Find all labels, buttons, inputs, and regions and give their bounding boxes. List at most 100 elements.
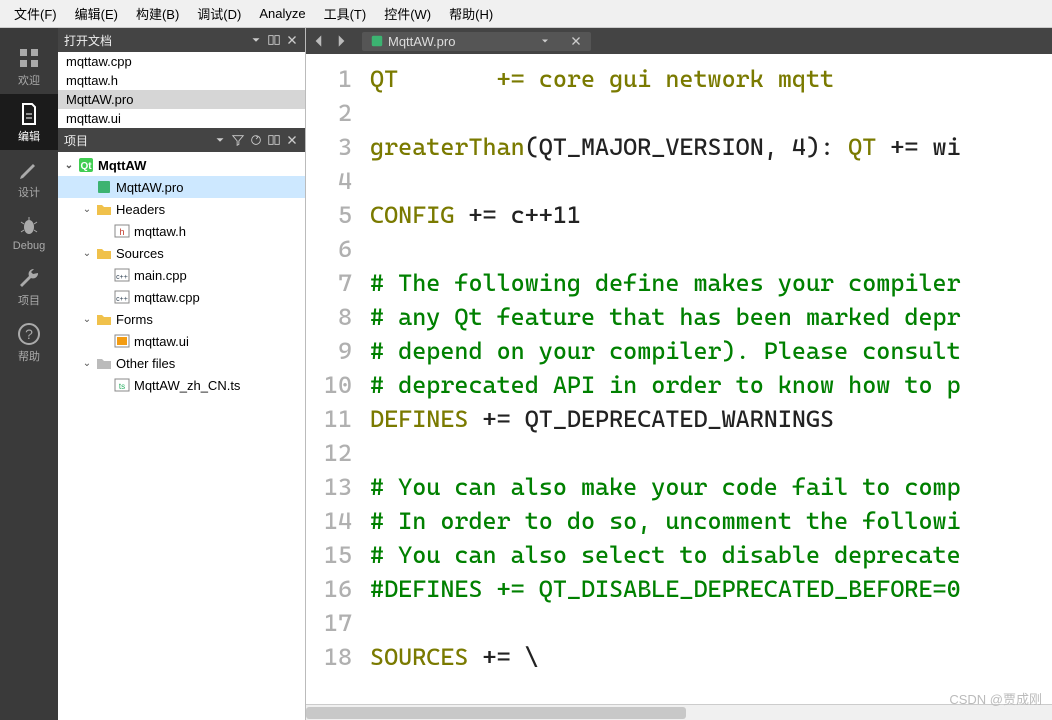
project-tree: ⌄ Qt MqttAW MqttAW.pro ⌄Headers h mqttaw.h ⌄ Sou…	[58, 152, 305, 720]
split-icon[interactable]	[267, 33, 281, 47]
mode-编辑[interactable]: 编辑	[0, 94, 58, 150]
code-line[interactable]: # any Qt feature that has been marked de…	[370, 300, 1052, 334]
menu-item[interactable]: 控件(W)	[376, 0, 439, 27]
nav-back-icon[interactable]	[310, 32, 328, 50]
line-number: 17	[306, 606, 352, 640]
horizontal-scrollbar[interactable]	[306, 704, 1052, 720]
file-qt-icon: Qt	[78, 157, 94, 173]
close-panel-icon[interactable]	[285, 33, 299, 47]
chevron-icon[interactable]: ⌄	[80, 314, 94, 325]
code-line[interactable]	[370, 232, 1052, 266]
open-doc-item[interactable]: mqttaw.ui	[58, 109, 305, 128]
tree-label: MqttAW.pro	[116, 180, 183, 195]
open-doc-item[interactable]: mqttaw.h	[58, 71, 305, 90]
side-panel: 打开文档 mqttaw.cppmqttaw.hMqttAW.promqttaw.…	[58, 28, 306, 720]
code-line[interactable]: # You can also select to disable depreca…	[370, 538, 1052, 572]
tree-label: MqttAW_zh_CN.ts	[134, 378, 240, 393]
tree-item[interactable]: ⌄Forms	[58, 308, 305, 330]
code-line[interactable]: # You can also make your code fail to co…	[370, 470, 1052, 504]
open-docs-list: mqttaw.cppmqttaw.hMqttAW.promqttaw.ui	[58, 52, 305, 128]
open-doc-item[interactable]: mqttaw.cpp	[58, 52, 305, 71]
nav-forward-icon[interactable]	[332, 32, 350, 50]
menu-item[interactable]: 调试(D)	[189, 0, 249, 27]
tree-label: MqttAW	[98, 158, 146, 173]
menu-item[interactable]: 构建(B)	[128, 0, 187, 27]
mode-设计[interactable]: 设计	[0, 150, 58, 206]
mode-bar: 欢迎编辑设计Debug项目?帮助	[0, 28, 58, 720]
close-tab-icon[interactable]	[569, 34, 583, 48]
tree-item[interactable]: ts MqttAW_zh_CN.ts	[58, 374, 305, 396]
code-line[interactable]: QT += core gui network mqtt	[370, 62, 1052, 96]
code-line[interactable]: # deprecated API in order to know how to…	[370, 368, 1052, 402]
code-line[interactable]: # depend on your compiler). Please consu…	[370, 334, 1052, 368]
chevron-icon[interactable]: ⌄	[80, 204, 94, 215]
mode-帮助[interactable]: ?帮助	[0, 314, 58, 370]
mode-Debug[interactable]: Debug	[0, 206, 58, 258]
tree-item[interactable]: c++main.cpp	[58, 264, 305, 286]
code-line[interactable]: greaterThan(QT_MAJOR_VERSION, 4): QT += …	[370, 130, 1052, 164]
code-line[interactable]: CONFIG += c++11	[370, 198, 1052, 232]
grid-icon	[17, 46, 41, 70]
code-line[interactable]	[370, 606, 1052, 640]
code-line[interactable]	[370, 436, 1052, 470]
pencil-icon	[17, 158, 41, 182]
tree-item[interactable]: ⌄ Qt MqttAW	[58, 154, 305, 176]
svg-text:ts: ts	[119, 382, 125, 391]
scrollbar-thumb[interactable]	[306, 707, 686, 719]
svg-text:c++: c++	[116, 296, 128, 303]
dropdown-icon[interactable]	[213, 133, 227, 147]
code-content[interactable]: QT += core gui network mqtt greaterThan(…	[362, 54, 1052, 720]
code-line[interactable]: DEFINES += QT_DEPRECATED_WARNINGS	[370, 402, 1052, 436]
code-line[interactable]: #DEFINES += QT_DISABLE_DEPRECATED_BEFORE…	[370, 572, 1052, 606]
code-line[interactable]	[370, 96, 1052, 130]
code-line[interactable]	[370, 164, 1052, 198]
svg-text:h: h	[119, 227, 124, 237]
tree-item[interactable]: c++mqttaw.cpp	[58, 286, 305, 308]
line-number: 8	[306, 300, 352, 334]
menu-item[interactable]: 帮助(H)	[441, 0, 501, 27]
menu-item[interactable]: 文件(F)	[6, 0, 65, 27]
line-number: 7	[306, 266, 352, 300]
line-number: 11	[306, 402, 352, 436]
tree-item[interactable]: mqttaw.ui	[58, 330, 305, 352]
filter-icon[interactable]	[231, 133, 245, 147]
sync-icon[interactable]	[249, 133, 263, 147]
tree-label: mqttaw.h	[134, 224, 186, 239]
code-line[interactable]: # The following define makes your compil…	[370, 266, 1052, 300]
tree-item[interactable]: MqttAW.pro	[58, 176, 305, 198]
editor-area[interactable]: 123456789101112131415161718 QT += core g…	[306, 54, 1052, 720]
tree-item[interactable]: ⌄Other files	[58, 352, 305, 374]
project-title: 项目	[64, 132, 88, 149]
line-number: 1	[306, 62, 352, 96]
line-number: 14	[306, 504, 352, 538]
menubar: 文件(F)编辑(E)构建(B)调试(D)Analyze工具(T)控件(W)帮助(…	[0, 0, 1052, 28]
chevron-icon[interactable]: ⌄	[62, 160, 76, 171]
code-line[interactable]: # In order to do so, uncomment the follo…	[370, 504, 1052, 538]
line-number: 3	[306, 130, 352, 164]
mode-欢迎[interactable]: 欢迎	[0, 38, 58, 94]
code-line[interactable]: SOURCES += \	[370, 640, 1052, 674]
editor-tab[interactable]: MqttAW.pro	[362, 32, 591, 51]
menu-item[interactable]: Analyze	[251, 2, 313, 25]
split-icon[interactable]	[267, 133, 281, 147]
svg-text:Qt: Qt	[80, 161, 92, 172]
open-doc-item[interactable]: MqttAW.pro	[58, 90, 305, 109]
menu-item[interactable]: 工具(T)	[316, 0, 375, 27]
chevron-icon[interactable]: ⌄	[80, 248, 94, 259]
mode-项目[interactable]: 项目	[0, 258, 58, 314]
wrench-icon	[17, 266, 41, 290]
file-pro-icon	[96, 179, 112, 195]
line-number: 9	[306, 334, 352, 368]
close-panel-icon[interactable]	[285, 133, 299, 147]
menu-item[interactable]: 编辑(E)	[67, 0, 126, 27]
tree-item[interactable]: ⌄Headers	[58, 198, 305, 220]
tab-dropdown-icon[interactable]	[539, 35, 551, 47]
tree-label: Sources	[116, 246, 164, 261]
help-icon: ?	[17, 322, 41, 346]
dropdown-icon[interactable]	[249, 33, 263, 47]
file-cpp-icon: c++	[114, 289, 130, 305]
tree-item[interactable]: ⌄ Sources	[58, 242, 305, 264]
tree-item[interactable]: h mqttaw.h	[58, 220, 305, 242]
line-gutter: 123456789101112131415161718	[306, 54, 362, 720]
chevron-icon[interactable]: ⌄	[80, 358, 94, 369]
